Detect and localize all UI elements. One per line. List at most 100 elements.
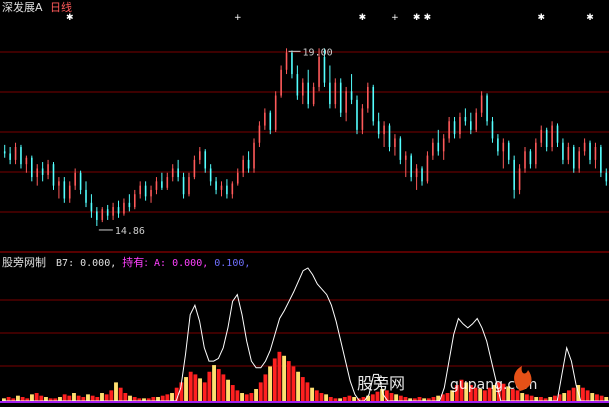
volume-bar (132, 397, 137, 401)
volume-bar (6, 397, 11, 401)
candle-body (117, 207, 120, 214)
volume-bar (207, 371, 212, 401)
candle-body (551, 125, 553, 148)
candle-body (182, 177, 185, 195)
volume-bar (590, 393, 595, 401)
volume-bar (67, 395, 72, 401)
candle-body (106, 209, 109, 216)
volume-bar (305, 382, 310, 401)
volume-bar (72, 393, 76, 401)
low-price-label: 14.86 (115, 226, 145, 237)
candle-body (583, 142, 586, 152)
b7-value: 0.000, (80, 258, 117, 269)
volume-bar (165, 394, 170, 401)
signal-marker-icon: + (391, 13, 399, 23)
candle-body (350, 91, 353, 100)
candle-body (540, 129, 543, 143)
candle-body (318, 56, 320, 87)
candle-body (280, 69, 282, 96)
volume-bar (599, 395, 604, 401)
candle-body (220, 185, 223, 190)
candle-body (90, 202, 93, 212)
candle-body (464, 116, 467, 122)
candle-body (20, 147, 22, 165)
volume-bar (62, 394, 67, 401)
candle-body (204, 151, 207, 169)
volume-bar (123, 393, 128, 401)
candle-body (9, 153, 11, 160)
candle-body (480, 95, 483, 113)
indicator-name[interactable]: 股旁网制 (2, 256, 46, 269)
candle-body (253, 142, 255, 169)
candle-body (567, 147, 570, 160)
candle-body (25, 157, 28, 165)
candle-body (41, 168, 44, 175)
candle-body (85, 189, 87, 203)
high-annotation: 19.00 (288, 47, 333, 58)
volume-bar (39, 395, 44, 401)
volume-bar (277, 351, 282, 401)
candle-body (171, 168, 174, 178)
volume-bar (291, 366, 296, 401)
candle-body (258, 125, 261, 143)
candle-body (339, 82, 342, 113)
volume-bar (272, 358, 277, 401)
candle-body (578, 151, 580, 169)
volume-bar (114, 382, 118, 401)
volume-bar (170, 393, 174, 401)
volume-bar (258, 382, 263, 401)
signal-marker-icon: ✱ (537, 13, 545, 23)
candle-body (589, 142, 591, 160)
candle-body (188, 177, 190, 195)
signal-marker-icon: ✱ (66, 13, 74, 23)
candle-body (513, 159, 515, 190)
volume-bar (585, 390, 590, 401)
signal-marker-icon: ✱ (359, 13, 367, 23)
candle-body (372, 86, 375, 122)
volume-bar (100, 393, 104, 401)
candle-body (345, 91, 347, 113)
volume-bar (160, 395, 165, 401)
volume-bar (594, 394, 599, 401)
volume-bar (310, 387, 315, 401)
candle-body (231, 183, 234, 195)
volume-bar (286, 361, 291, 401)
candle-body (14, 147, 17, 160)
volume-bar (30, 394, 34, 401)
volume-bar (268, 366, 273, 401)
candle-body (199, 151, 201, 160)
volume-bar (212, 365, 216, 401)
volume-bar (254, 389, 259, 401)
volume-bar (538, 397, 543, 401)
period-label[interactable]: 日线 (50, 1, 72, 14)
volume-bar (375, 391, 380, 401)
volume-bar (156, 397, 160, 401)
candle-body (502, 142, 505, 152)
candle-body (226, 185, 228, 195)
volume-bar (445, 393, 450, 401)
volume-bar (324, 394, 329, 401)
candle-body (415, 168, 418, 178)
volume-bar (534, 397, 539, 401)
candle-body (269, 112, 272, 130)
candle-body (448, 121, 450, 139)
candle-body (491, 121, 494, 139)
candle-body (437, 142, 440, 152)
candle-body (410, 155, 412, 178)
volume-bar (244, 394, 249, 401)
volume-bar (104, 394, 109, 401)
candle-body (323, 56, 326, 83)
candle-body (556, 125, 559, 143)
candle-body (404, 155, 407, 160)
volume-bar (128, 395, 132, 401)
candle-body (518, 168, 521, 190)
volume-bar (221, 374, 226, 401)
volume-bar (529, 395, 534, 401)
candle-body (285, 52, 288, 70)
candle-body (388, 125, 391, 148)
candle-body (421, 168, 423, 182)
volume-bar (226, 379, 230, 401)
candle-body (31, 157, 33, 178)
volume-bar (188, 371, 193, 401)
candle-body (3, 151, 6, 154)
